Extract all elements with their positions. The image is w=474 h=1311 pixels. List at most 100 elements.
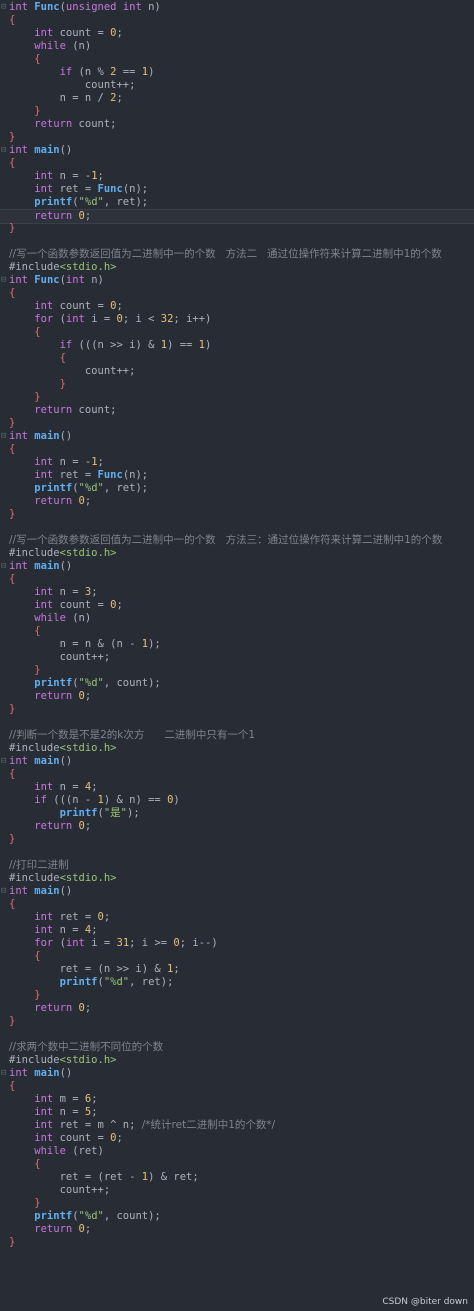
code-line[interactable]: n = n / 2;: [0, 92, 474, 105]
code-line[interactable]: }: [0, 417, 474, 430]
code-line[interactable]: ⊟ int Func(int n): [0, 274, 474, 287]
code-line[interactable]: return 0;: [0, 1223, 474, 1236]
fold-toggle-icon[interactable]: ⊟: [1, 274, 7, 287]
code-line[interactable]: {: [0, 625, 474, 638]
code-line[interactable]: return count;: [0, 118, 474, 131]
code-line[interactable]: return 0;: [0, 495, 474, 508]
fold-toggle-icon[interactable]: ⊟: [1, 885, 7, 898]
code-line[interactable]: ⊟ int Func(unsigned int n): [0, 1, 474, 14]
code-line[interactable]: return 0;: [0, 690, 474, 703]
code-line[interactable]: #include<stdio.h>: [0, 547, 474, 560]
code-line[interactable]: n = n & (n - 1);: [0, 638, 474, 651]
code-line[interactable]: [0, 1028, 474, 1041]
fold-toggle-icon[interactable]: ⊟: [1, 1, 7, 14]
code-line[interactable]: {: [0, 326, 474, 339]
code-line[interactable]: #include<stdio.h>: [0, 261, 474, 274]
code-line[interactable]: if (((n >> i) & 1) == 1): [0, 339, 474, 352]
code-line[interactable]: return count;: [0, 404, 474, 417]
fold-toggle-icon[interactable]: ⊟: [1, 144, 7, 157]
code-line[interactable]: count++;: [0, 365, 474, 378]
code-line[interactable]: count++;: [0, 79, 474, 92]
code-line[interactable]: count++;: [0, 1184, 474, 1197]
code-line[interactable]: }: [0, 222, 474, 235]
code-line[interactable]: ⊟ int main(): [0, 885, 474, 898]
code-line[interactable]: int n = -1;: [0, 456, 474, 469]
code-line[interactable]: int ret = m ^ n; /*统计ret二进制中1的个数*/: [0, 1119, 474, 1132]
code-line[interactable]: int n = 4;: [0, 924, 474, 937]
code-line[interactable]: }: [0, 1015, 474, 1028]
code-line[interactable]: if (n % 2 == 1): [0, 66, 474, 79]
code-line[interactable]: if (((n - 1) & n) == 0): [0, 794, 474, 807]
fold-toggle-icon[interactable]: ⊟: [1, 1067, 7, 1080]
code-line[interactable]: ⊟ int main(): [0, 144, 474, 157]
code-line[interactable]: }: [0, 1197, 474, 1210]
code-line[interactable]: #include<stdio.h>: [0, 872, 474, 885]
code-line[interactable]: [0, 521, 474, 534]
code-line[interactable]: //判断一个数是不是2的k次方 二进制中只有一个1: [0, 729, 474, 742]
code-line[interactable]: int ret = Func(n);: [0, 469, 474, 482]
code-line[interactable]: #include<stdio.h>: [0, 1054, 474, 1067]
code-line[interactable]: return 0;: [0, 820, 474, 833]
code-line[interactable]: {: [0, 573, 474, 586]
code-line[interactable]: for (int i = 31; i >= 0; i--): [0, 937, 474, 950]
code-line[interactable]: {: [0, 950, 474, 963]
code-line[interactable]: }: [0, 391, 474, 404]
code-line[interactable]: int m = 6;: [0, 1093, 474, 1106]
code-line[interactable]: //写一个函数参数返回值为二进制中一的个数 方法三：通过位操作符来计算二进制中1…: [0, 534, 474, 547]
code-line[interactable]: {: [0, 898, 474, 911]
code-line[interactable]: printf("是");: [0, 807, 474, 820]
code-line[interactable]: ⊟ int main(): [0, 560, 474, 573]
code-line[interactable]: {: [0, 287, 474, 300]
code-line[interactable]: [0, 716, 474, 729]
fold-toggle-icon[interactable]: ⊟: [1, 755, 7, 768]
code-line[interactable]: printf("%d", ret);: [0, 482, 474, 495]
code-line[interactable]: int n = 3;: [0, 586, 474, 599]
code-editor[interactable]: ⊟ int Func(unsigned int n){ int count = 0…: [0, 0, 474, 1311]
code-line[interactable]: {: [0, 1080, 474, 1093]
code-line[interactable]: printf("%d", count);: [0, 1210, 474, 1223]
code-line[interactable]: int n = -1;: [0, 170, 474, 183]
code-line[interactable]: {: [0, 768, 474, 781]
code-line[interactable]: [0, 235, 474, 248]
code-line[interactable]: ⊟ int main(): [0, 430, 474, 443]
code-line[interactable]: {: [0, 53, 474, 66]
code-line[interactable]: }: [0, 703, 474, 716]
code-line[interactable]: {: [0, 14, 474, 27]
code-line[interactable]: }: [0, 989, 474, 1002]
code-line[interactable]: //打印二进制: [0, 859, 474, 872]
code-line[interactable]: ret = (ret - 1) & ret;: [0, 1171, 474, 1184]
code-line[interactable]: int count = 0;: [0, 1132, 474, 1145]
code-line[interactable]: ret = (n >> i) & 1;: [0, 963, 474, 976]
code-line[interactable]: for (int i = 0; i < 32; i++): [0, 313, 474, 326]
code-line[interactable]: {: [0, 443, 474, 456]
code-line[interactable]: }: [0, 664, 474, 677]
code-line[interactable]: int count = 0;: [0, 300, 474, 313]
code-line[interactable]: int n = 5;: [0, 1106, 474, 1119]
fold-toggle-icon[interactable]: ⊟: [1, 430, 7, 443]
code-line[interactable]: int count = 0;: [0, 27, 474, 40]
code-line[interactable]: {: [0, 157, 474, 170]
code-line[interactable]: }: [0, 508, 474, 521]
code-line[interactable]: }: [0, 105, 474, 118]
code-line[interactable]: count++;: [0, 651, 474, 664]
code-line[interactable]: {: [0, 352, 474, 365]
code-line[interactable]: ⊟ int main(): [0, 755, 474, 768]
code-line[interactable]: while (ret): [0, 1145, 474, 1158]
code-line[interactable]: int ret = Func(n);: [0, 183, 474, 196]
code-line[interactable]: {: [0, 1158, 474, 1171]
code-line[interactable]: }: [0, 1236, 474, 1249]
code-line[interactable]: }: [0, 131, 474, 144]
code-line[interactable]: int n = 4;: [0, 781, 474, 794]
code-line[interactable]: //求两个数中二进制不同位的个数: [0, 1041, 474, 1054]
code-line[interactable]: ⊟ int main(): [0, 1067, 474, 1080]
code-line[interactable]: printf("%d", count);: [0, 677, 474, 690]
code-line[interactable]: return 0;: [0, 1002, 474, 1015]
code-line[interactable]: int ret = 0;: [0, 911, 474, 924]
code-line[interactable]: int count = 0;: [0, 599, 474, 612]
code-line[interactable]: #include<stdio.h>: [0, 742, 474, 755]
code-line[interactable]: while (n): [0, 40, 474, 53]
code-line[interactable]: }: [0, 378, 474, 391]
code-line[interactable]: while (n): [0, 612, 474, 625]
code-line[interactable]: }: [0, 833, 474, 846]
code-line[interactable]: [0, 846, 474, 859]
